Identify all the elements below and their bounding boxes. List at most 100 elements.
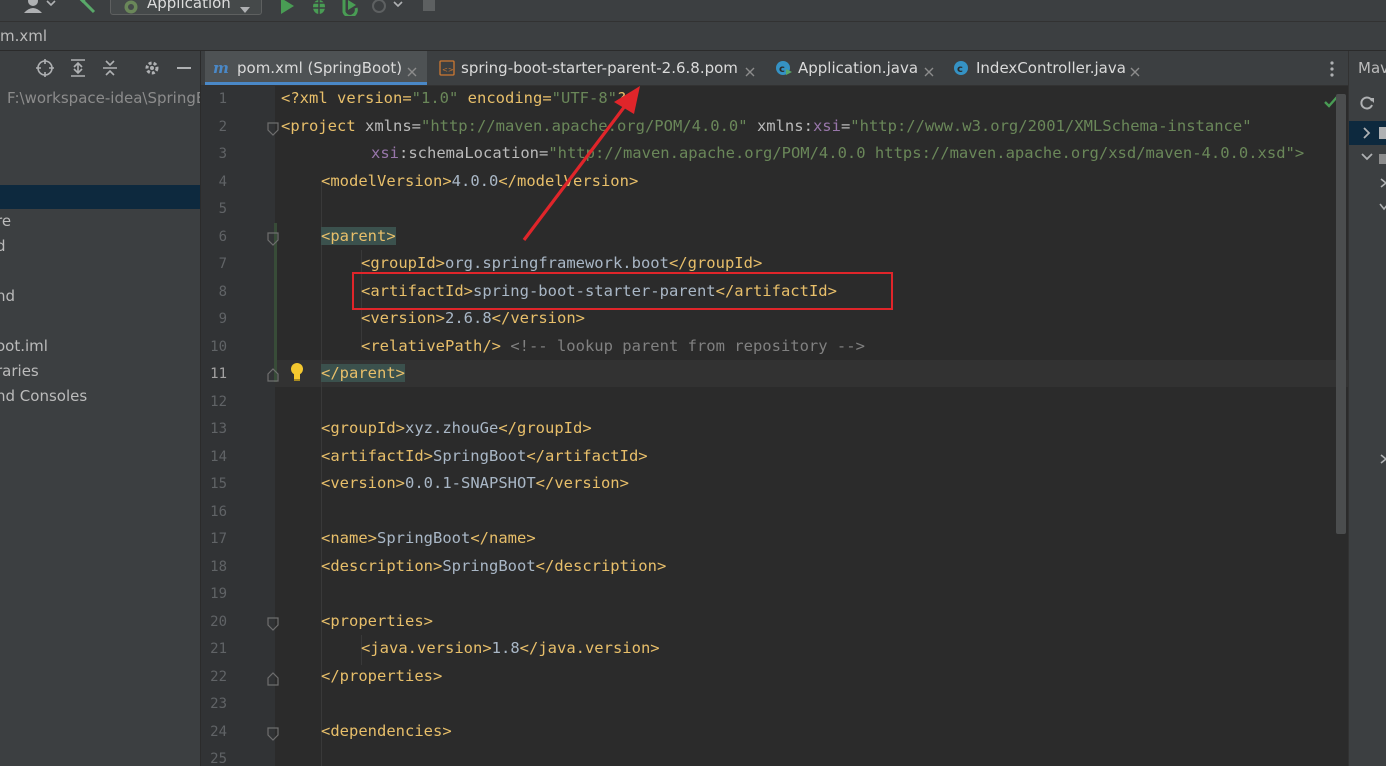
main-toolbar: Application bbox=[0, 0, 1386, 21]
code-line-9: <version>2.6.8</version> bbox=[361, 309, 585, 327]
tree-item[interactable]: d bbox=[0, 237, 6, 255]
line-number: 3 bbox=[218, 146, 227, 162]
profile-icon[interactable] bbox=[370, 0, 403, 16]
line-number: 18 bbox=[210, 559, 227, 575]
locate-target-icon[interactable] bbox=[35, 58, 55, 78]
fold-toggle-icon[interactable] bbox=[267, 726, 279, 741]
code-line-3: xsi:schemaLocation="http://maven.apache.… bbox=[371, 144, 1305, 162]
java-run-class-icon: c bbox=[775, 60, 793, 76]
vcs-change-marker bbox=[274, 223, 277, 382]
tab-label: pom.xml (SpringBoot) bbox=[237, 59, 403, 77]
code-line-6: <parent> bbox=[321, 227, 396, 245]
project-tool-window: F:\workspace-idea\SpringB re d nd l oot.… bbox=[0, 51, 201, 766]
lightbulb-icon[interactable] bbox=[288, 362, 306, 382]
vertical-scrollbar[interactable] bbox=[1336, 94, 1346, 534]
tree-item[interactable]: oot.iml bbox=[0, 337, 48, 355]
fold-toggle-icon[interactable] bbox=[267, 671, 279, 686]
folder-icon bbox=[1379, 151, 1386, 167]
fold-toggle-icon[interactable] bbox=[267, 121, 279, 136]
coverage-icon[interactable] bbox=[338, 0, 360, 18]
spring-boot-app-icon bbox=[123, 0, 139, 15]
tab-label: Application.java bbox=[798, 59, 919, 77]
line-number: 16 bbox=[210, 504, 227, 520]
close-icon[interactable] bbox=[745, 62, 755, 77]
line-number: 22 bbox=[210, 669, 227, 685]
tab-label: IndexController.java bbox=[976, 59, 1126, 77]
line-number: 6 bbox=[218, 229, 227, 245]
line-number: 4 bbox=[218, 174, 227, 190]
chevron-right-icon[interactable] bbox=[1379, 175, 1386, 191]
line-number: 23 bbox=[210, 696, 227, 712]
code-line-24: <dependencies> bbox=[321, 722, 452, 740]
svg-text:<>: <> bbox=[442, 66, 454, 74]
close-icon[interactable] bbox=[924, 62, 934, 77]
tree-item[interactable]: nd Consoles bbox=[0, 387, 87, 405]
debug-icon[interactable] bbox=[308, 0, 330, 16]
collapse-all-icon[interactable] bbox=[100, 58, 120, 78]
project-panel-toolbar bbox=[0, 51, 200, 85]
code-line-17: <name>SpringBoot</name> bbox=[321, 529, 536, 547]
fold-toggle-icon[interactable] bbox=[267, 367, 279, 382]
close-icon[interactable] bbox=[407, 62, 417, 77]
user-icon[interactable] bbox=[22, 0, 56, 15]
tree-selected-row[interactable] bbox=[0, 185, 200, 209]
line-number: 12 bbox=[210, 394, 227, 410]
chevron-down-icon[interactable] bbox=[1379, 199, 1386, 215]
build-hammer-icon[interactable] bbox=[76, 0, 98, 14]
tree-item[interactable]: raries bbox=[0, 362, 39, 380]
code-line-11: </parent> bbox=[321, 364, 405, 382]
line-number: 1 bbox=[218, 91, 227, 107]
line-number: 19 bbox=[210, 586, 227, 602]
more-vertical-icon[interactable] bbox=[1325, 60, 1339, 78]
svg-text:c: c bbox=[957, 64, 963, 75]
annotation-highlight-box bbox=[352, 272, 893, 310]
tree-item[interactable]: nd bbox=[0, 287, 15, 305]
code-line-20: <properties> bbox=[321, 612, 433, 630]
code-line-15: <version>0.0.1-SNAPSHOT</version> bbox=[321, 474, 629, 492]
expand-all-icon[interactable] bbox=[68, 58, 88, 78]
run-icon[interactable] bbox=[276, 0, 298, 16]
annotation-arrow-icon bbox=[522, 86, 640, 241]
chevron-right-icon[interactable] bbox=[1359, 125, 1375, 141]
chevron-down-icon[interactable] bbox=[1359, 149, 1375, 165]
line-number: 11 bbox=[210, 366, 227, 382]
stop-icon[interactable] bbox=[420, 0, 442, 16]
code-line-18: <description>SpringBoot</description> bbox=[321, 557, 667, 575]
breadcrumb-file[interactable]: m.xml bbox=[0, 27, 47, 45]
refresh-icon[interactable] bbox=[1359, 95, 1375, 111]
line-number: 2 bbox=[218, 119, 227, 135]
editor-tab-bar: m pom.xml (SpringBoot) <> spring-boot-st… bbox=[201, 51, 1348, 86]
code-editor[interactable]: 1 2 3 4 5 6 7 8 9 10 11 12 13 14 15 16 1… bbox=[201, 86, 1348, 766]
tree-item[interactable]: re bbox=[0, 212, 11, 230]
tab-index-controller-java[interactable]: c IndexController.java bbox=[945, 51, 1145, 85]
line-number: 17 bbox=[210, 531, 227, 547]
maven-tool-window: Maven bbox=[1348, 51, 1386, 766]
fold-toggle-icon[interactable] bbox=[267, 616, 279, 631]
java-class-icon: c bbox=[953, 60, 971, 76]
line-number: 5 bbox=[218, 201, 227, 217]
code-line-13: <groupId>xyz.zhouGe</groupId> bbox=[321, 419, 592, 437]
line-number: 8 bbox=[218, 284, 227, 300]
line-number: 15 bbox=[210, 476, 227, 492]
maven-panel-title[interactable]: Maven bbox=[1358, 59, 1386, 77]
chevron-right-icon[interactable] bbox=[1379, 451, 1386, 467]
code-line-2: <project xmlns="http://maven.apache.org/… bbox=[281, 117, 1252, 135]
project-root-path: F:\workspace-idea\SpringB bbox=[7, 89, 201, 107]
code-line-7: <groupId>org.springframework.boot</group… bbox=[361, 254, 763, 272]
chevron-down-icon bbox=[239, 0, 251, 13]
fold-toggle-icon[interactable] bbox=[267, 231, 279, 246]
navigation-bar: m.xml bbox=[0, 21, 1386, 51]
gear-icon[interactable] bbox=[142, 58, 162, 78]
tab-pom-xml[interactable]: m pom.xml (SpringBoot) bbox=[205, 51, 427, 85]
line-number: 13 bbox=[210, 421, 227, 437]
code-line-10: <relativePath/> <!-- lookup parent from … bbox=[361, 337, 865, 355]
run-configuration-selector[interactable]: Application bbox=[110, 0, 262, 15]
code-line-21: <java.version>1.8</java.version> bbox=[361, 639, 660, 657]
run-configuration-label: Application bbox=[147, 0, 231, 12]
tab-label: spring-boot-starter-parent-2.6.8.pom bbox=[461, 59, 738, 77]
minimize-icon[interactable] bbox=[174, 58, 194, 78]
tab-application-java[interactable]: c Application.java bbox=[767, 51, 939, 85]
code-line-14: <artifactId>SpringBoot</artifactId> bbox=[321, 447, 648, 465]
line-number: 9 bbox=[218, 311, 227, 327]
close-icon[interactable] bbox=[1130, 62, 1140, 77]
